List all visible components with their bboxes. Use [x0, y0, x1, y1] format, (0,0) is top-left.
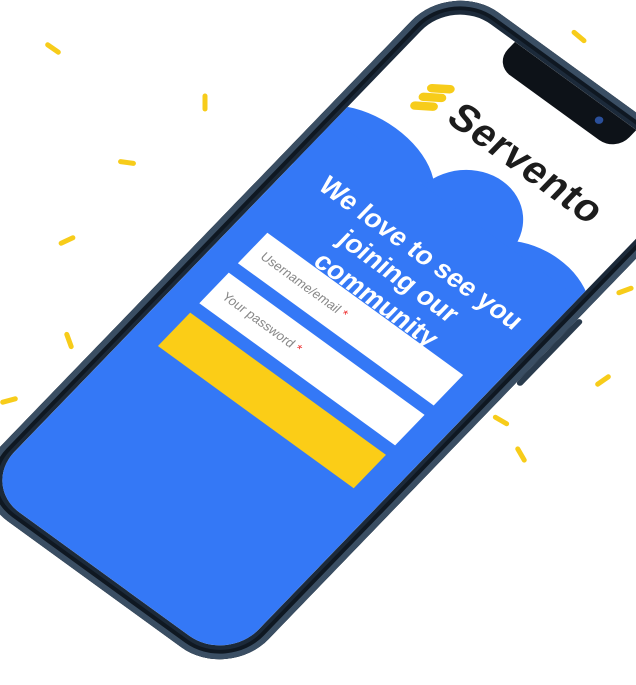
phone-screen: Servento We love to see you joining our …	[0, 0, 636, 663]
confetti-dash	[44, 41, 62, 56]
confetti-dash	[594, 373, 612, 388]
confetti-dash	[491, 413, 511, 428]
confetti-dash	[63, 331, 75, 350]
confetti-dash	[615, 285, 635, 296]
confetti-dash	[0, 395, 19, 406]
confetti-dash	[57, 234, 77, 247]
phone-mockup: Servento We love to see you joining our …	[0, 0, 636, 682]
confetti-dash	[202, 93, 208, 112]
camera-icon	[593, 114, 606, 126]
confetti-dash	[570, 28, 588, 45]
confetti-dash	[514, 445, 528, 464]
required-mark: *	[336, 306, 352, 321]
confetti-dash	[117, 158, 137, 167]
